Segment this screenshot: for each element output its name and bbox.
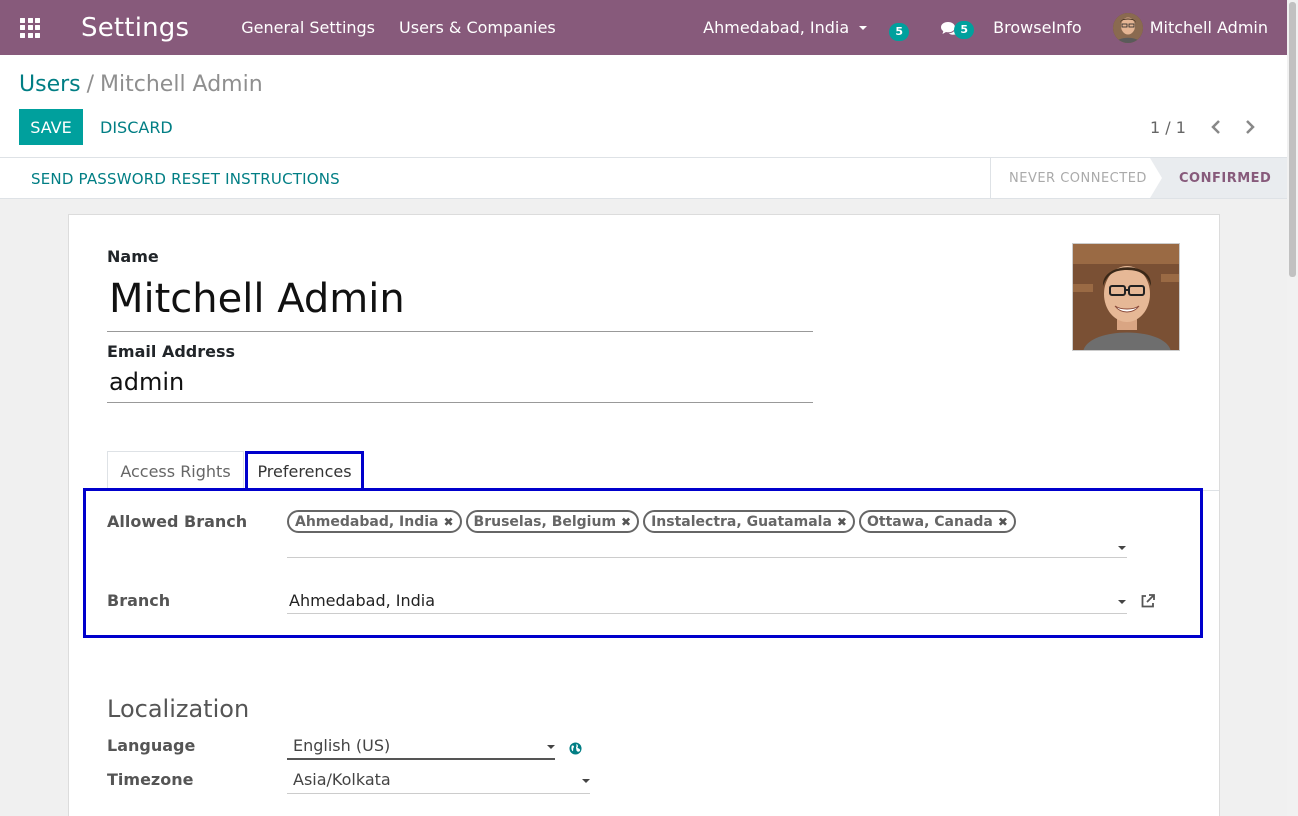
stage-confirmed: CONFIRMED xyxy=(1150,158,1287,198)
user-avatar xyxy=(1112,12,1143,43)
branch-select[interactable]: Ahmedabad, India xyxy=(287,589,1127,614)
breadcrumb-current: Mitchell Admin xyxy=(100,72,263,97)
send-password-reset-button[interactable]: SEND PASSWORD RESET INSTRUCTIONS xyxy=(31,170,340,188)
tag-label: Instalectra, Guatamala xyxy=(651,513,832,530)
tag-label: Ottawa, Canada xyxy=(866,513,993,530)
activity-count-badge: 5 xyxy=(889,22,910,41)
allowed-branch-label: Allowed Branch xyxy=(107,512,248,531)
company-switcher[interactable]: BrowseInfo xyxy=(993,18,1082,37)
external-link-icon xyxy=(1141,594,1155,608)
user-name: Mitchell Admin xyxy=(1149,18,1268,37)
allowed-branch-tags: Ahmedabad, India ✖ Bruselas, Belgium ✖ I… xyxy=(287,510,1016,533)
language-settings-button[interactable] xyxy=(569,740,582,759)
timezone-select[interactable]: Asia/Kolkata xyxy=(287,770,590,794)
remove-tag-icon[interactable]: ✖ xyxy=(621,515,631,529)
stage-arrow xyxy=(1150,158,1162,198)
pager-previous-button[interactable] xyxy=(1210,119,1226,135)
language-label: Language xyxy=(107,736,196,755)
user-photo[interactable] xyxy=(1072,243,1180,351)
caret-down-icon xyxy=(859,25,868,30)
tag-ottawa: Ottawa, Canada ✖ xyxy=(858,510,1016,533)
breadcrumb: Users / Mitchell Admin xyxy=(19,72,263,97)
top-navbar: Settings General Settings Users & Compan… xyxy=(0,0,1287,55)
form-statusbar: SEND PASSWORD RESET INSTRUCTIONS NEVER C… xyxy=(0,158,1287,199)
user-menu[interactable]: Mitchell Admin xyxy=(1112,12,1268,43)
stage-never-connected: NEVER CONNECTED xyxy=(990,158,1150,198)
menu-users-companies[interactable]: Users & Companies xyxy=(399,18,556,37)
breadcrumb-separator: / xyxy=(86,72,95,97)
branch-switcher-label: Ahmedabad, India xyxy=(703,18,850,37)
caret-down-icon[interactable] xyxy=(1118,600,1126,604)
remove-tag-icon[interactable]: ✖ xyxy=(998,515,1008,529)
tab-preferences[interactable]: Preferences xyxy=(245,451,364,491)
control-panel: Users / Mitchell Admin SAVE DISCARD 1 / 1 xyxy=(0,55,1287,158)
chevron-left-icon xyxy=(1211,120,1220,134)
branch-label: Branch xyxy=(107,591,171,610)
messages-count-badge: 5 xyxy=(954,20,975,39)
timezone-label: Timezone xyxy=(107,770,194,789)
save-button[interactable]: SAVE xyxy=(19,109,83,145)
name-label: Name xyxy=(107,247,159,266)
pager-value[interactable]: 1 / 1 xyxy=(1150,118,1186,137)
pager-next-button[interactable] xyxy=(1243,119,1259,135)
allowed-branch-input[interactable] xyxy=(287,537,1127,558)
branch-switcher[interactable]: Ahmedabad, India xyxy=(703,18,868,37)
remove-tag-icon[interactable]: ✖ xyxy=(443,515,453,529)
apps-grid-icon[interactable] xyxy=(0,0,60,55)
scrollbar-thumb[interactable] xyxy=(1289,2,1296,277)
form-sheet: Name Mitchell Admin Email Address admin … xyxy=(68,214,1220,816)
page-scrollbar[interactable] xyxy=(1287,0,1298,816)
chevron-right-icon xyxy=(1246,120,1255,134)
remove-tag-icon[interactable]: ✖ xyxy=(837,515,847,529)
email-label: Email Address xyxy=(107,342,236,361)
menu-general-settings[interactable]: General Settings xyxy=(241,18,375,37)
language-select[interactable]: English (US) xyxy=(287,736,555,760)
caret-down-icon[interactable] xyxy=(582,779,590,783)
email-field[interactable]: admin xyxy=(107,365,813,403)
tag-label: Ahmedabad, India xyxy=(295,513,439,530)
tab-access-rights[interactable]: Access Rights xyxy=(107,451,244,491)
app-title: Settings xyxy=(81,12,190,43)
caret-down-icon[interactable] xyxy=(547,745,555,749)
breadcrumb-users-link[interactable]: Users xyxy=(19,72,81,97)
tag-label: Bruselas, Belgium xyxy=(473,513,617,530)
activity-menu[interactable]: 5 xyxy=(889,8,913,48)
messaging-menu[interactable]: 5 xyxy=(937,8,977,48)
caret-down-icon[interactable] xyxy=(1118,546,1126,550)
localization-title: Localization xyxy=(107,695,250,723)
name-field[interactable]: Mitchell Admin xyxy=(107,275,813,332)
tag-bruselas: Bruselas, Belgium ✖ xyxy=(465,510,640,533)
discard-button[interactable]: DISCARD xyxy=(100,118,173,137)
external-link-button[interactable] xyxy=(1140,593,1156,613)
tag-ahmedabad: Ahmedabad, India ✖ xyxy=(287,510,462,533)
tag-instalectra: Instalectra, Guatamala ✖ xyxy=(643,510,855,533)
globe-icon xyxy=(569,742,582,755)
